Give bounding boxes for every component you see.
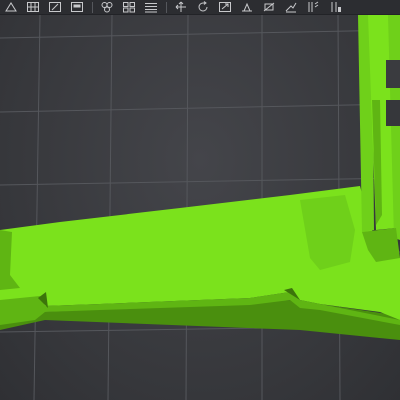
- rotate-button[interactable]: [194, 0, 212, 14]
- move-icon: [175, 1, 186, 12]
- top-toolbar: [0, 0, 400, 15]
- model-arm-opening-top: [386, 60, 400, 88]
- 3d-model[interactable]: [0, 15, 400, 340]
- scale-button[interactable]: [216, 0, 234, 14]
- support-paint-icon: [285, 2, 297, 13]
- image-button[interactable]: [68, 0, 86, 14]
- support-paint-button[interactable]: [282, 0, 300, 14]
- edit-icon: [49, 2, 61, 12]
- color-paint-icon: [331, 2, 341, 12]
- list-button[interactable]: [142, 0, 160, 14]
- edit-button[interactable]: [46, 0, 64, 14]
- grid-toggle-button[interactable]: [24, 0, 42, 14]
- model-arm-opening-bottom: [386, 100, 400, 126]
- perspective-view-button[interactable]: [2, 0, 20, 14]
- link-icon: [101, 2, 113, 13]
- color-paint-button[interactable]: [326, 0, 344, 14]
- place-on-face-button[interactable]: [238, 0, 256, 14]
- cut-button[interactable]: [260, 0, 278, 14]
- toolbar-separator: [92, 1, 93, 13]
- image-icon: [71, 2, 83, 12]
- 3d-viewport[interactable]: [0, 0, 400, 400]
- rotate-icon: [198, 1, 208, 12]
- toolbar-separator: [166, 1, 167, 13]
- scale-icon: [219, 2, 231, 12]
- build-plate-scene[interactable]: [0, 0, 400, 400]
- arrange-button[interactable]: [120, 0, 138, 14]
- link-button[interactable]: [98, 0, 116, 14]
- arrange-icon: [123, 2, 135, 13]
- move-button[interactable]: [172, 0, 190, 14]
- cut-icon: [263, 2, 275, 12]
- seam-paint-button[interactable]: [304, 0, 322, 14]
- seam-paint-icon: [308, 1, 319, 12]
- list-icon: [145, 3, 157, 13]
- place-on-face-icon: [242, 2, 252, 12]
- grid-icon: [27, 2, 39, 12]
- perspective-icon: [5, 2, 17, 12]
